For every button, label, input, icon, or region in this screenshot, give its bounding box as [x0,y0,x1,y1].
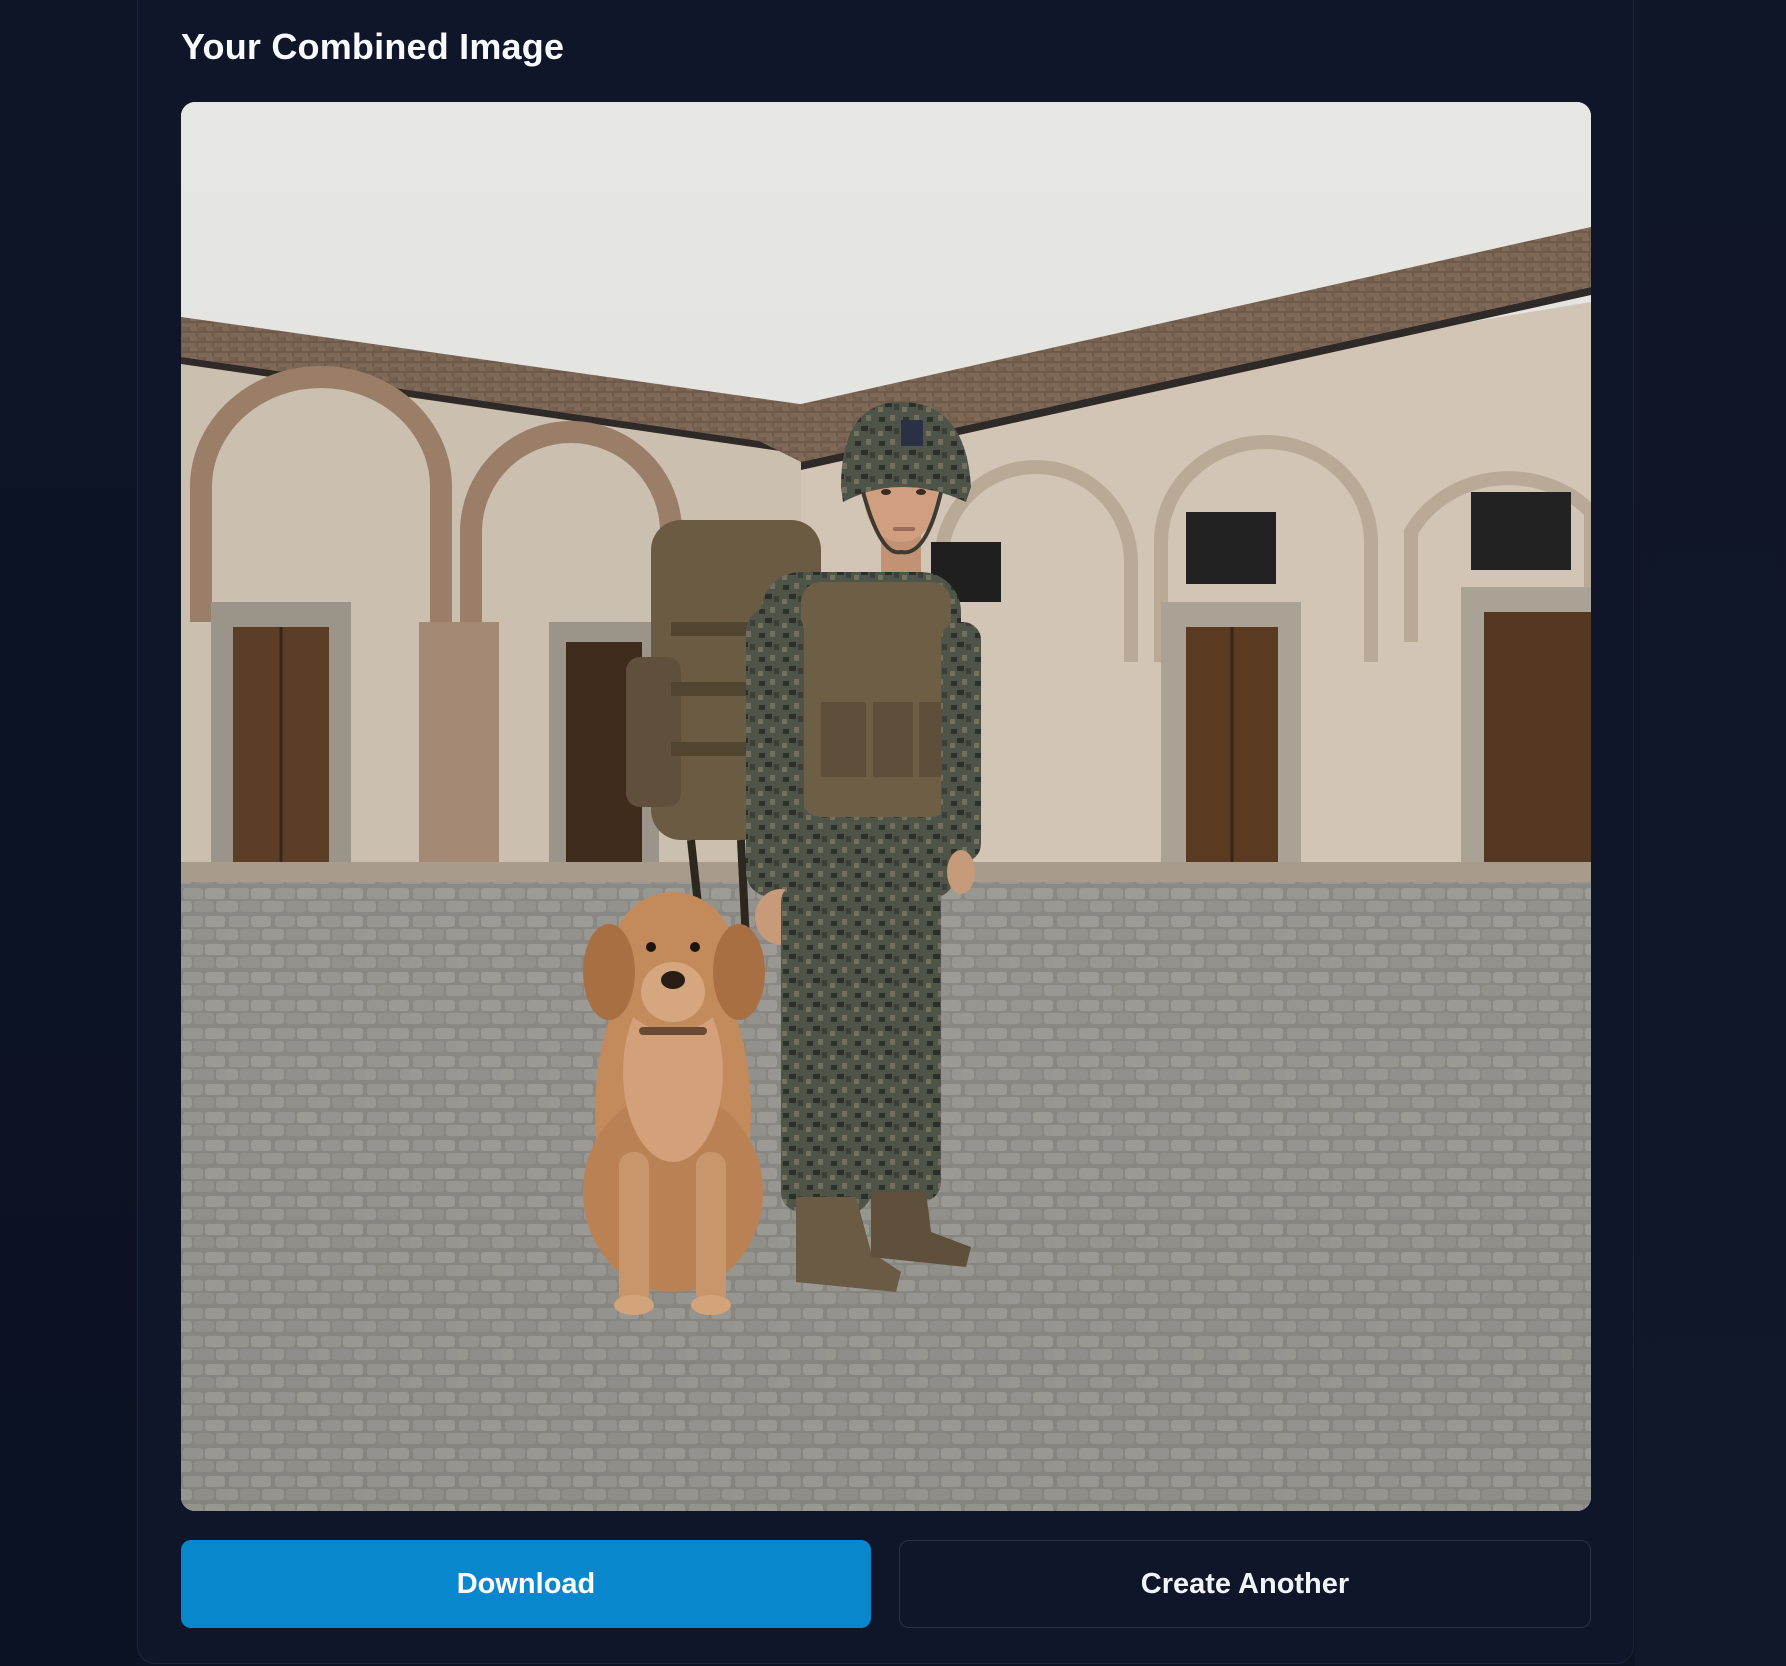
create-another-button[interactable]: Create Another [899,1540,1591,1628]
page-background-left [0,0,137,1666]
combined-image [181,102,1591,1511]
combined-photo-illustration [181,102,1591,1511]
result-title: Your Combined Image [181,26,565,67]
page-background-right [1635,0,1786,1666]
download-button[interactable]: Download [181,1540,871,1628]
